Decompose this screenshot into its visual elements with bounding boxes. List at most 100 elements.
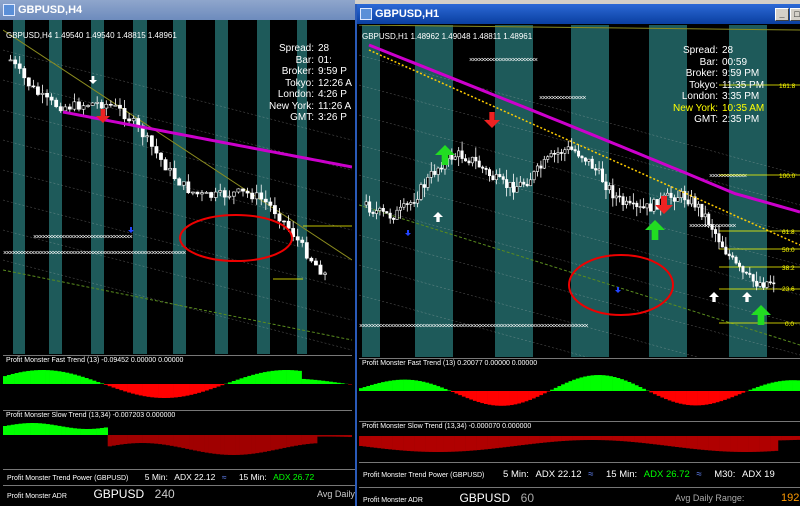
candle-body [90, 102, 95, 106]
histogram-bar [200, 435, 205, 452]
candle-body [218, 190, 223, 193]
level-markers: ××××××××××××××××××××××××××××××××××××××××… [359, 323, 588, 330]
histogram-bar [450, 391, 455, 393]
candle-body [36, 86, 40, 95]
histogram-bar [185, 384, 190, 396]
histogram-bar [220, 435, 225, 455]
maximize-button[interactable]: □ [790, 8, 800, 21]
histogram-bar [476, 436, 481, 451]
price-chart[interactable]: ××××××××××××××××××××××××××××××××××××××××… [359, 25, 800, 357]
candle-body [714, 229, 718, 234]
fast-trend-panel[interactable]: Profit Monster Fast Trend (13) -0.09452 … [3, 355, 352, 411]
chart-window-h4[interactable]: GBPUSD,H4 ××××××××××××××××××××××××××××××… [0, 0, 355, 506]
histogram-bar [366, 436, 371, 447]
histogram-bar [414, 436, 419, 452]
candle-body [213, 191, 218, 198]
slow-trend-panel[interactable]: Profit Monster Slow Trend (13,34) -0.000… [359, 421, 800, 462]
histogram-bar [165, 435, 171, 446]
histogram-bar [336, 435, 341, 437]
candle-body [374, 210, 378, 214]
session-band [362, 25, 380, 357]
histogram-bar [748, 436, 753, 452]
histogram-bar [686, 391, 691, 405]
histogram-bar [531, 391, 536, 399]
signal-arrow-stem [407, 230, 409, 233]
candle-body [563, 149, 567, 154]
candle-body [113, 104, 118, 107]
histogram-bar [483, 391, 488, 405]
histogram-bar [231, 435, 236, 455]
histogram-bar [196, 435, 202, 452]
histogram-bar [447, 390, 452, 391]
candle-body [122, 108, 127, 120]
histogram-bar [34, 370, 39, 384]
candle-body [172, 168, 177, 180]
candle-body [222, 190, 227, 198]
candle-body [181, 181, 186, 186]
histogram-bar [726, 436, 731, 452]
histogram-bar [616, 436, 621, 441]
histogram-bar [498, 436, 503, 448]
histogram-bar [3, 376, 8, 384]
histogram-bar [49, 424, 54, 435]
histogram-bar [535, 391, 540, 397]
fast-trend-panel[interactable]: Profit Monster Fast Trend (13) 0.20077 0… [359, 358, 800, 421]
slow-trend-panel[interactable]: Profit Monster Slow Trend (13,34) -0.007… [3, 410, 352, 469]
candle-body [259, 192, 264, 200]
window-titlebar[interactable]: GBPUSD,H4 [0, 0, 355, 20]
candle-body [549, 152, 553, 158]
candle-body [484, 167, 488, 170]
window-titlebar[interactable]: GBPUSD,H1 _ □ [357, 4, 800, 24]
candle-body [67, 106, 72, 110]
candle-body [154, 146, 159, 154]
histogram-bar [270, 435, 275, 451]
histogram-bar [561, 436, 566, 442]
histogram-bar [340, 383, 345, 384]
histogram-bar [243, 377, 248, 384]
histogram-bar [289, 370, 295, 384]
chart-window-h1[interactable]: GBPUSD,H1 _ □ ×××××××××××××××××××××× ××××… [355, 4, 800, 506]
histogram-bar [616, 377, 621, 391]
histogram-bar [612, 376, 617, 391]
histogram-bar [539, 391, 544, 396]
histogram-bar [92, 380, 97, 384]
candle-body [127, 118, 131, 122]
histogram-bar [293, 370, 299, 384]
histogram-bar [660, 391, 665, 398]
candle-body [22, 68, 27, 79]
histogram-bar [506, 391, 510, 406]
candle-body [145, 135, 150, 138]
histogram-bar [796, 380, 800, 391]
histogram-bar [436, 436, 441, 452]
histogram-bar [638, 436, 643, 443]
histogram-bar [568, 381, 573, 391]
candle-body [412, 202, 416, 204]
candle-body [371, 211, 375, 214]
histogram-bar [623, 436, 628, 442]
candle-body [323, 272, 327, 275]
price-chart[interactable]: ××××××××××××××××××××××××××××××××××××××××… [3, 20, 352, 354]
window-title: GBPUSD,H4 [18, 4, 83, 16]
histogram-bar [454, 391, 459, 394]
histogram-bar [608, 376, 613, 391]
histogram-bar [623, 380, 628, 391]
candle-body [717, 233, 721, 243]
histogram-bar [84, 378, 89, 384]
candle-body [724, 246, 728, 255]
candle-body [177, 178, 182, 186]
histogram-bar [719, 391, 724, 402]
histogram-bar [671, 391, 676, 402]
histogram-bar [458, 436, 463, 452]
candle-body [679, 191, 683, 198]
histogram-bar [255, 373, 260, 384]
histogram-bar [208, 384, 213, 390]
minimize-button[interactable]: _ [775, 8, 789, 21]
histogram-bar [6, 425, 12, 435]
candle-body [436, 167, 440, 175]
candle-body [570, 146, 574, 150]
histogram-bar [586, 375, 591, 391]
candle-body [209, 192, 214, 198]
histogram-bar [781, 380, 786, 391]
histogram-bar [377, 436, 382, 449]
histogram-bar [185, 435, 190, 449]
